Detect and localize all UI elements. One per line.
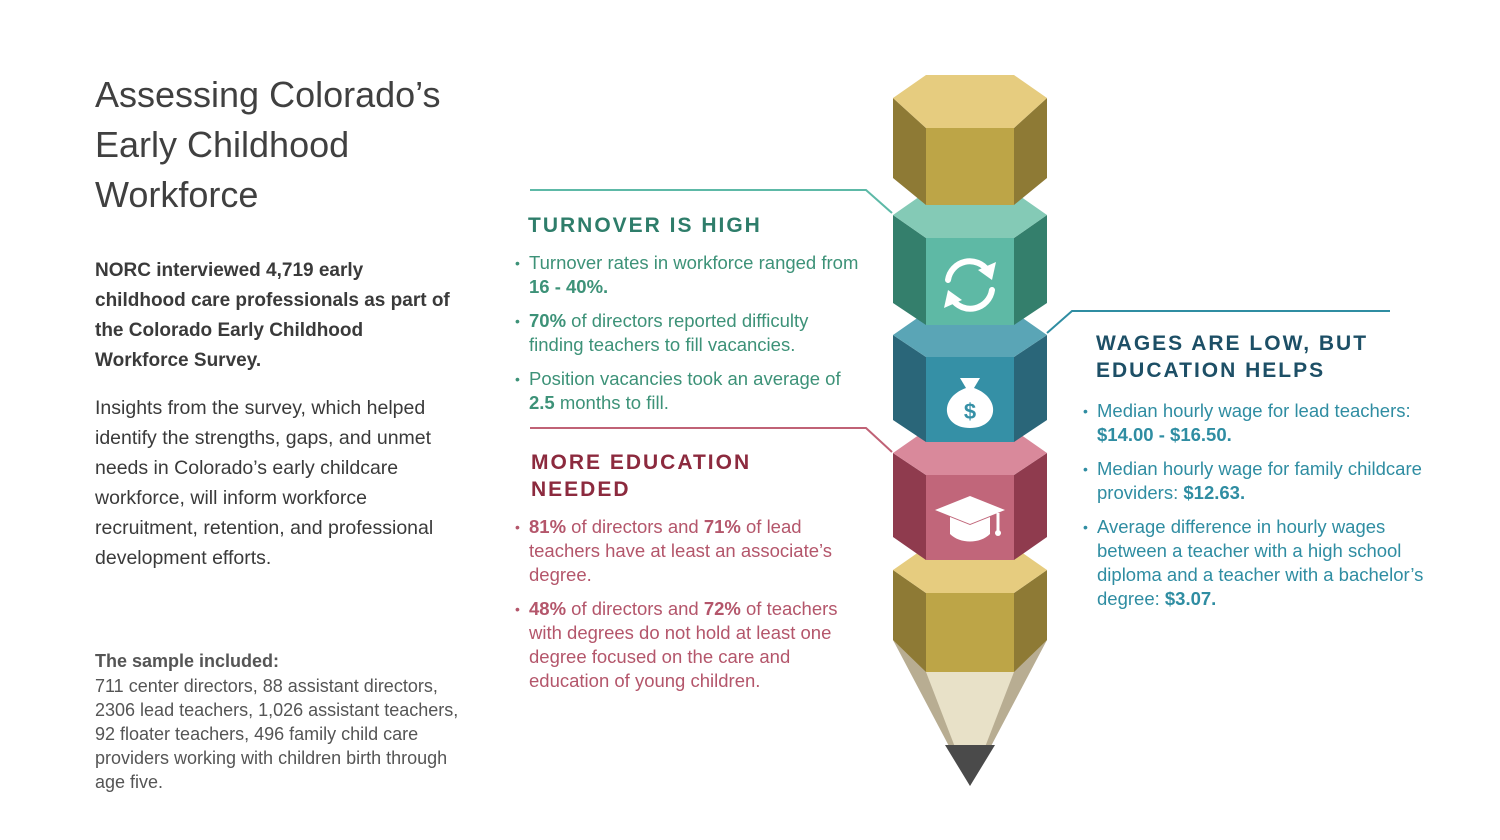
wages-list: Median hourly wage for lead teachers: $1… bbox=[1083, 399, 1428, 621]
turnover-list: Turnover rates in workforce ranged from … bbox=[515, 251, 865, 425]
list-item: Median hourly wage for family childcare … bbox=[1083, 457, 1428, 505]
money-symbol: $ bbox=[964, 399, 976, 424]
list-item: Average difference in hourly wages betwe… bbox=[1083, 515, 1428, 611]
turnover-heading: TURNOVER IS HIGH bbox=[528, 214, 762, 237]
list-item: 81% of directors and 71% of lead teacher… bbox=[515, 515, 845, 587]
list-item: Turnover rates in workforce ranged from … bbox=[515, 251, 865, 299]
turnover-connector-line bbox=[530, 189, 893, 214]
wages-heading: WAGES ARE LOW, BUT EDUCATION HELPS bbox=[1096, 332, 1369, 382]
education-heading: MORE EDUCATION NEEDED bbox=[531, 451, 752, 501]
pencil-eraser-top bbox=[893, 75, 1047, 205]
list-item: 70% of directors reported difficulty fin… bbox=[515, 309, 865, 357]
list-item: Median hourly wage for lead teachers: $1… bbox=[1083, 399, 1428, 447]
list-item: Position vacancies took an average of 2.… bbox=[515, 367, 865, 415]
list-item: 48% of directors and 72% of teachers wit… bbox=[515, 597, 845, 693]
education-list: 81% of directors and 71% of lead teacher… bbox=[515, 515, 845, 703]
pencil-body-bottom bbox=[893, 547, 1047, 672]
